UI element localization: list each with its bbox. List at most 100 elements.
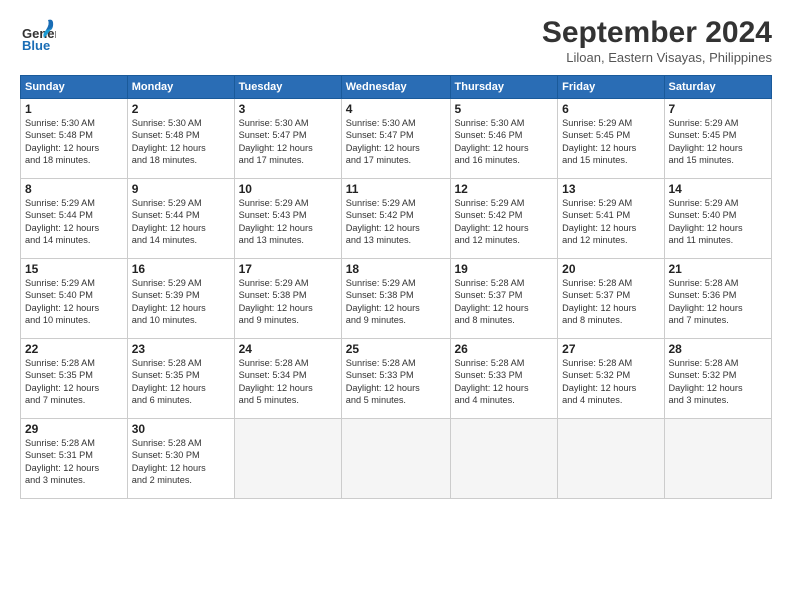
day-number: 12 (455, 182, 554, 196)
svg-text:Blue: Blue (22, 38, 50, 52)
day-info: Sunrise: 5:29 AMSunset: 5:44 PMDaylight:… (132, 197, 230, 247)
col-friday: Friday (558, 76, 664, 99)
day-info: Sunrise: 5:29 AMSunset: 5:41 PMDaylight:… (562, 197, 659, 247)
day-info: Sunrise: 5:30 AMSunset: 5:47 PMDaylight:… (346, 117, 446, 167)
day-info: Sunrise: 5:28 AMSunset: 5:32 PMDaylight:… (669, 357, 768, 407)
col-saturday: Saturday (664, 76, 772, 99)
table-row: 30Sunrise: 5:28 AMSunset: 5:30 PMDayligh… (127, 419, 234, 499)
day-number: 22 (25, 342, 123, 356)
table-row: 16Sunrise: 5:29 AMSunset: 5:39 PMDayligh… (127, 259, 234, 339)
table-row: 20Sunrise: 5:28 AMSunset: 5:37 PMDayligh… (558, 259, 664, 339)
day-info: Sunrise: 5:29 AMSunset: 5:45 PMDaylight:… (562, 117, 659, 167)
day-info: Sunrise: 5:29 AMSunset: 5:45 PMDaylight:… (669, 117, 768, 167)
table-row: 4Sunrise: 5:30 AMSunset: 5:47 PMDaylight… (341, 99, 450, 179)
table-row: 3Sunrise: 5:30 AMSunset: 5:47 PMDaylight… (234, 99, 341, 179)
logo: General Blue (20, 16, 56, 52)
day-number: 2 (132, 102, 230, 116)
table-row: 13Sunrise: 5:29 AMSunset: 5:41 PMDayligh… (558, 179, 664, 259)
day-info: Sunrise: 5:28 AMSunset: 5:31 PMDaylight:… (25, 437, 123, 487)
day-number: 6 (562, 102, 659, 116)
day-number: 14 (669, 182, 768, 196)
header: General Blue September 2024 Liloan, East… (20, 16, 772, 65)
table-row: 18Sunrise: 5:29 AMSunset: 5:38 PMDayligh… (341, 259, 450, 339)
table-row: 10Sunrise: 5:29 AMSunset: 5:43 PMDayligh… (234, 179, 341, 259)
day-info: Sunrise: 5:29 AMSunset: 5:39 PMDaylight:… (132, 277, 230, 327)
table-row (234, 419, 341, 499)
day-info: Sunrise: 5:30 AMSunset: 5:48 PMDaylight:… (25, 117, 123, 167)
table-row: 26Sunrise: 5:28 AMSunset: 5:33 PMDayligh… (450, 339, 558, 419)
day-info: Sunrise: 5:30 AMSunset: 5:46 PMDaylight:… (455, 117, 554, 167)
day-number: 10 (239, 182, 337, 196)
table-row: 11Sunrise: 5:29 AMSunset: 5:42 PMDayligh… (341, 179, 450, 259)
day-info: Sunrise: 5:29 AMSunset: 5:38 PMDaylight:… (239, 277, 337, 327)
day-info: Sunrise: 5:29 AMSunset: 5:44 PMDaylight:… (25, 197, 123, 247)
table-row: 15Sunrise: 5:29 AMSunset: 5:40 PMDayligh… (21, 259, 128, 339)
day-info: Sunrise: 5:28 AMSunset: 5:33 PMDaylight:… (346, 357, 446, 407)
calendar-week-row: 1Sunrise: 5:30 AMSunset: 5:48 PMDaylight… (21, 99, 772, 179)
day-info: Sunrise: 5:28 AMSunset: 5:37 PMDaylight:… (562, 277, 659, 327)
day-number: 18 (346, 262, 446, 276)
day-number: 17 (239, 262, 337, 276)
table-row: 25Sunrise: 5:28 AMSunset: 5:33 PMDayligh… (341, 339, 450, 419)
day-info: Sunrise: 5:28 AMSunset: 5:35 PMDaylight:… (25, 357, 123, 407)
day-info: Sunrise: 5:28 AMSunset: 5:32 PMDaylight:… (562, 357, 659, 407)
table-row: 22Sunrise: 5:28 AMSunset: 5:35 PMDayligh… (21, 339, 128, 419)
day-number: 23 (132, 342, 230, 356)
table-row: 14Sunrise: 5:29 AMSunset: 5:40 PMDayligh… (664, 179, 772, 259)
title-block: September 2024 Liloan, Eastern Visayas, … (542, 16, 772, 65)
table-row: 27Sunrise: 5:28 AMSunset: 5:32 PMDayligh… (558, 339, 664, 419)
day-number: 8 (25, 182, 123, 196)
table-row: 24Sunrise: 5:28 AMSunset: 5:34 PMDayligh… (234, 339, 341, 419)
calendar-table: Sunday Monday Tuesday Wednesday Thursday… (20, 75, 772, 499)
day-number: 11 (346, 182, 446, 196)
day-info: Sunrise: 5:29 AMSunset: 5:42 PMDaylight:… (455, 197, 554, 247)
table-row: 9Sunrise: 5:29 AMSunset: 5:44 PMDaylight… (127, 179, 234, 259)
table-row: 1Sunrise: 5:30 AMSunset: 5:48 PMDaylight… (21, 99, 128, 179)
table-row (558, 419, 664, 499)
logo-icon: General Blue (20, 16, 56, 52)
day-number: 15 (25, 262, 123, 276)
day-number: 19 (455, 262, 554, 276)
day-info: Sunrise: 5:28 AMSunset: 5:37 PMDaylight:… (455, 277, 554, 327)
day-number: 21 (669, 262, 768, 276)
day-info: Sunrise: 5:28 AMSunset: 5:35 PMDaylight:… (132, 357, 230, 407)
day-number: 30 (132, 422, 230, 436)
table-row: 19Sunrise: 5:28 AMSunset: 5:37 PMDayligh… (450, 259, 558, 339)
day-info: Sunrise: 5:29 AMSunset: 5:43 PMDaylight:… (239, 197, 337, 247)
day-info: Sunrise: 5:30 AMSunset: 5:47 PMDaylight:… (239, 117, 337, 167)
location: Liloan, Eastern Visayas, Philippines (542, 50, 772, 65)
table-row (664, 419, 772, 499)
day-number: 13 (562, 182, 659, 196)
month-title: September 2024 (542, 16, 772, 50)
table-row: 28Sunrise: 5:28 AMSunset: 5:32 PMDayligh… (664, 339, 772, 419)
day-number: 4 (346, 102, 446, 116)
table-row: 12Sunrise: 5:29 AMSunset: 5:42 PMDayligh… (450, 179, 558, 259)
table-row: 5Sunrise: 5:30 AMSunset: 5:46 PMDaylight… (450, 99, 558, 179)
day-number: 7 (669, 102, 768, 116)
table-row: 29Sunrise: 5:28 AMSunset: 5:31 PMDayligh… (21, 419, 128, 499)
day-number: 20 (562, 262, 659, 276)
day-number: 27 (562, 342, 659, 356)
day-info: Sunrise: 5:28 AMSunset: 5:36 PMDaylight:… (669, 277, 768, 327)
calendar-week-row: 8Sunrise: 5:29 AMSunset: 5:44 PMDaylight… (21, 179, 772, 259)
day-info: Sunrise: 5:29 AMSunset: 5:40 PMDaylight:… (669, 197, 768, 247)
col-monday: Monday (127, 76, 234, 99)
col-sunday: Sunday (21, 76, 128, 99)
calendar-week-row: 22Sunrise: 5:28 AMSunset: 5:35 PMDayligh… (21, 339, 772, 419)
table-row (450, 419, 558, 499)
day-info: Sunrise: 5:28 AMSunset: 5:33 PMDaylight:… (455, 357, 554, 407)
calendar-week-row: 29Sunrise: 5:28 AMSunset: 5:31 PMDayligh… (21, 419, 772, 499)
table-row: 8Sunrise: 5:29 AMSunset: 5:44 PMDaylight… (21, 179, 128, 259)
day-number: 25 (346, 342, 446, 356)
day-info: Sunrise: 5:29 AMSunset: 5:38 PMDaylight:… (346, 277, 446, 327)
col-wednesday: Wednesday (341, 76, 450, 99)
day-number: 1 (25, 102, 123, 116)
day-number: 9 (132, 182, 230, 196)
day-info: Sunrise: 5:29 AMSunset: 5:40 PMDaylight:… (25, 277, 123, 327)
calendar-header-row: Sunday Monday Tuesday Wednesday Thursday… (21, 76, 772, 99)
day-number: 29 (25, 422, 123, 436)
day-number: 16 (132, 262, 230, 276)
table-row: 21Sunrise: 5:28 AMSunset: 5:36 PMDayligh… (664, 259, 772, 339)
day-number: 5 (455, 102, 554, 116)
day-info: Sunrise: 5:29 AMSunset: 5:42 PMDaylight:… (346, 197, 446, 247)
